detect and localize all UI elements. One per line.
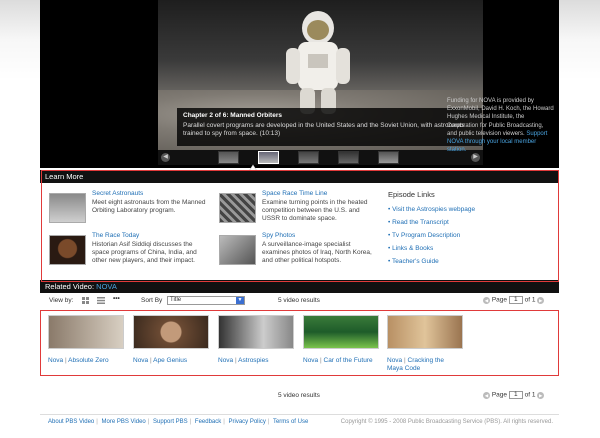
video-card[interactable]: Nova | Absolute Zero (48, 315, 128, 365)
learn-thumb (49, 193, 86, 223)
episode-link-teachers-guide[interactable]: • Teacher's Guide (388, 255, 548, 268)
related-header-label: Related Video: (45, 282, 97, 291)
episode-link-description[interactable]: • Tv Program Description (388, 229, 548, 242)
video-title[interactable]: Absolute Zero (68, 357, 108, 364)
video-thumb[interactable] (387, 315, 463, 349)
video-thumb[interactable] (218, 315, 294, 349)
chapter-description: Parallel covert programs are developed i… (183, 122, 465, 137)
chapter-thumb-5[interactable] (378, 151, 399, 164)
episode-links: Episode Links • Visit the Astrospies web… (388, 190, 548, 268)
learn-item-desc: Meet eight astronauts from the Manned Or… (92, 199, 206, 214)
video-title[interactable]: Ape Genius (153, 357, 187, 364)
funding-credit: Funding for NOVA is provided by ExxonMob… (447, 97, 555, 154)
learn-thumb (219, 235, 256, 265)
footer: About PBS Video | More PBS Video | Support… (40, 414, 559, 430)
results-controls-bottom: 5 video results ◀ Page 1 of 1 ▶ (40, 389, 559, 403)
learn-item-desc: Examine turning points in the heated com… (262, 199, 368, 222)
pagination-bottom: ◀ Page 1 of 1 ▶ (483, 391, 545, 399)
chapter-thumb-1[interactable] (218, 151, 239, 164)
video-series[interactable]: Nova (218, 357, 233, 364)
learn-item-desc: A surveillance-image specialist examines… (262, 241, 372, 264)
learn-item-desc: Historian Asif Siddiqi discusses the spa… (92, 241, 197, 264)
video-card[interactable]: Nova | Car of the Future (303, 315, 383, 365)
prev-page-icon[interactable]: ◀ (483, 296, 490, 304)
video-series[interactable]: Nova (387, 357, 402, 364)
next-page-icon[interactable]: ▶ (537, 391, 545, 399)
video-series[interactable]: Nova (133, 357, 148, 364)
learn-item-title[interactable]: The Race Today (92, 232, 207, 239)
video-results: Nova | Absolute Zero Nova | Ape Genius N… (40, 312, 559, 374)
sort-select[interactable]: Title ▼ (167, 296, 245, 305)
sort-by-label: Sort By (141, 297, 163, 304)
learn-item-title[interactable]: Spy Photos (262, 232, 377, 239)
learn-more-header: Learn More (40, 170, 559, 183)
video-thumb[interactable] (133, 315, 209, 349)
learn-thumb (49, 235, 86, 265)
video-title[interactable]: Car of the Future (324, 357, 373, 364)
more-options-icon[interactable]: ••• (113, 295, 120, 302)
video-card[interactable]: Nova | Cracking the Maya Code (387, 315, 467, 373)
astronaut-image (286, 11, 350, 114)
chapter-thumb-3[interactable] (298, 151, 319, 164)
video-title[interactable]: Astrospies (238, 357, 268, 364)
list-view-icon[interactable] (97, 297, 105, 304)
results-count: 5 video results (278, 297, 320, 304)
footer-link-feedback[interactable]: Feedback (195, 419, 221, 425)
results-controls: View by: ••• Sort By Title ▼ 5 video res… (40, 294, 559, 309)
chapter-title: Chapter 2 of 6: Manned Orbiters (183, 112, 282, 119)
episode-links-header: Episode Links (388, 190, 435, 199)
footer-link-privacy[interactable]: Privacy Policy (229, 419, 266, 425)
grid-view-icon[interactable] (82, 297, 90, 304)
strip-prev-icon[interactable]: ◀ (161, 153, 170, 162)
footer-link-about[interactable]: About PBS Video (48, 419, 94, 425)
video-series[interactable]: Nova (48, 357, 63, 364)
copyright: Copyright © 1995 - 2008 Public Broadcast… (340, 419, 553, 425)
chevron-down-icon: ▼ (236, 297, 244, 304)
episode-link-webpage[interactable]: • Visit the Astrospies webpage (388, 203, 548, 216)
learn-thumb (219, 193, 256, 223)
video-series[interactable]: Nova (303, 357, 318, 364)
learn-item-title[interactable]: Secret Astronauts (92, 190, 207, 197)
video-card[interactable]: Nova | Ape Genius (133, 315, 213, 365)
page-input[interactable]: 1 (508, 296, 523, 304)
sort-select-value: Title (170, 297, 182, 303)
video-card[interactable]: Nova | Astrospies (218, 315, 298, 365)
chapter-info: Chapter 2 of 6: Manned Orbiters Parallel… (177, 108, 482, 146)
page-of: of 1 (524, 296, 536, 304)
chapter-thumb-2[interactable] (258, 151, 279, 164)
page: Chapter 2 of 6: Manned Orbiters Parallel… (40, 0, 559, 438)
learn-item-title[interactable]: Space Race Time Line (262, 190, 377, 197)
related-video-header: Related Video: NOVA (40, 280, 559, 293)
footer-link-terms[interactable]: Terms of Use (273, 419, 308, 425)
video-player[interactable]: Chapter 2 of 6: Manned Orbiters Parallel… (40, 0, 559, 168)
next-page-icon[interactable]: ▶ (537, 296, 545, 304)
prev-page-icon[interactable]: ◀ (483, 391, 490, 399)
episode-link-books[interactable]: • Links & Books (388, 242, 548, 255)
pagination: ◀ Page 1 of 1 ▶ (483, 296, 545, 304)
footer-link-support[interactable]: Support PBS (153, 419, 188, 425)
chapter-thumbnail-strip: ◀ ▶ (158, 150, 483, 165)
page-of: of 1 (524, 391, 536, 399)
video-thumb[interactable] (303, 315, 379, 349)
related-series-name[interactable]: NOVA (96, 282, 117, 291)
video-thumb[interactable] (48, 315, 124, 349)
results-count: 5 video results (278, 392, 320, 399)
page-label: Page (491, 296, 507, 304)
page-input[interactable]: 1 (508, 391, 523, 399)
footer-link-more[interactable]: More PBS Video (102, 419, 146, 425)
episode-link-transcript[interactable]: • Read the Transcript (388, 216, 548, 229)
chapter-thumb-4[interactable] (338, 151, 359, 164)
learn-more-panel: Secret Astronauts Meet eight astronauts … (40, 183, 559, 277)
view-by-label: View by: (49, 297, 74, 304)
page-label: Page (491, 391, 507, 399)
